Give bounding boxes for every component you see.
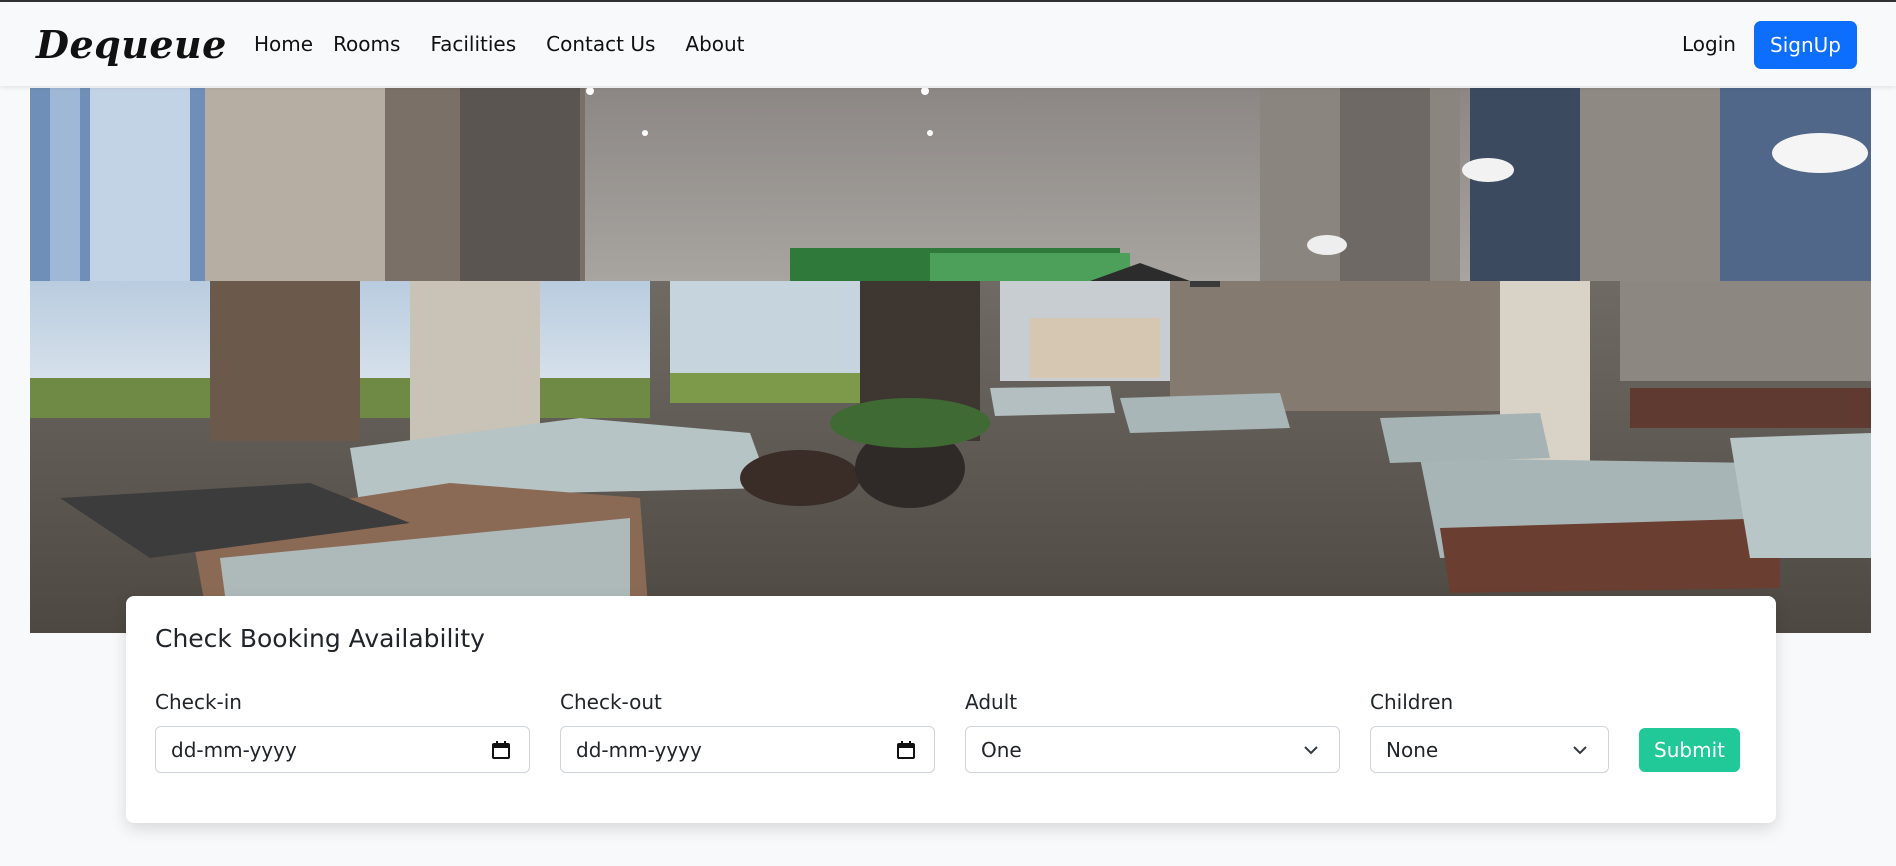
login-button[interactable]: Login xyxy=(1660,20,1758,68)
booking-availability-card: Check Booking Availability Check-in dd-m… xyxy=(126,596,1776,823)
checkout-label: Check-out xyxy=(560,690,662,714)
adult-select[interactable]: One xyxy=(965,726,1340,773)
brand-logo[interactable]: Dequeue xyxy=(36,22,227,67)
nav-link-rooms[interactable]: Rooms xyxy=(333,32,400,56)
children-selected-value: None xyxy=(1386,737,1439,762)
children-label: Children xyxy=(1370,690,1454,714)
calendar-icon[interactable] xyxy=(896,740,916,760)
hero-carousel-image xyxy=(30,88,1871,633)
checkin-label: Check-in xyxy=(155,690,242,714)
checkin-date-value: dd-mm-yyyy xyxy=(171,737,297,762)
submit-button[interactable]: Submit xyxy=(1639,728,1740,772)
booking-card-title: Check Booking Availability xyxy=(155,624,485,653)
chevron-down-icon xyxy=(1304,746,1318,755)
nav-link-contact-us[interactable]: Contact Us xyxy=(546,32,655,56)
hotel-lobby-image xyxy=(30,88,1871,633)
checkin-date-input[interactable]: dd-mm-yyyy xyxy=(155,726,530,773)
checkout-date-input[interactable]: dd-mm-yyyy xyxy=(560,726,935,773)
adult-label: Adult xyxy=(965,690,1018,714)
checkout-date-value: dd-mm-yyyy xyxy=(576,737,702,762)
navbar: Dequeue Home Rooms Facilities Contact Us… xyxy=(0,2,1896,86)
nav-link-home[interactable]: Home xyxy=(254,32,313,56)
nav-link-about[interactable]: About xyxy=(685,32,744,56)
nav-link-facilities[interactable]: Facilities xyxy=(430,32,516,56)
chevron-down-icon xyxy=(1573,746,1587,755)
calendar-icon[interactable] xyxy=(491,740,511,760)
signup-button[interactable]: SignUp xyxy=(1754,21,1857,69)
children-select[interactable]: None xyxy=(1370,726,1609,773)
nav-links: Home Rooms Facilities Contact Us About xyxy=(254,32,767,56)
adult-selected-value: One xyxy=(981,737,1022,762)
